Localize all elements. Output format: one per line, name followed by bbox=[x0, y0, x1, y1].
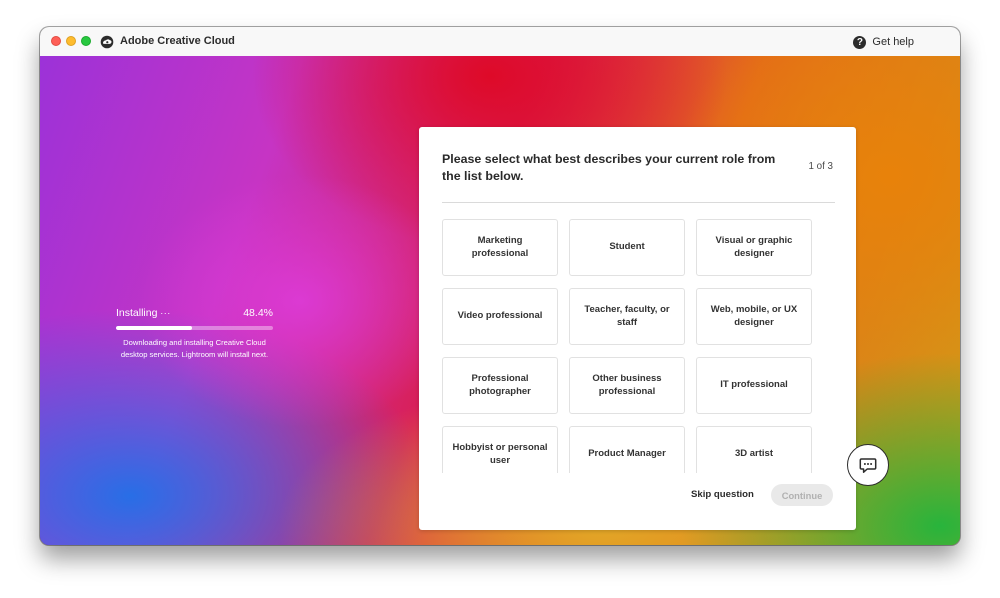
survey-question: Please select what best describes your c… bbox=[442, 152, 776, 183]
role-option-it-professional[interactable]: IT professional bbox=[696, 357, 812, 414]
loading-dots-icon: ... bbox=[160, 306, 171, 316]
install-status: Installing... bbox=[116, 306, 171, 319]
app-window: Adobe Creative Cloud ? Get help Installi… bbox=[40, 27, 960, 545]
install-description-line-1: Downloading and installing Creative Clou… bbox=[123, 338, 266, 347]
get-help-label: Get help bbox=[872, 36, 914, 48]
install-progress-panel: Installing... 48.4% Downloading and inst… bbox=[116, 306, 273, 360]
survey-divider bbox=[442, 202, 835, 203]
window-close-button[interactable] bbox=[51, 36, 61, 46]
window-maximize-button[interactable] bbox=[81, 36, 91, 46]
role-survey-card: Please select what best describes your c… bbox=[419, 127, 856, 530]
continue-button[interactable]: Continue bbox=[771, 484, 833, 506]
role-option-marketing-professional[interactable]: Marketing professional bbox=[442, 219, 558, 276]
install-description: Downloading and installing Creative Clou… bbox=[116, 337, 273, 360]
creative-cloud-logo-icon bbox=[100, 35, 114, 49]
role-option-hobbyist[interactable]: Hobbyist or personal user bbox=[442, 426, 558, 473]
app-title: Adobe Creative Cloud bbox=[120, 35, 235, 47]
role-options-grid: Marketing professional Student Visual or… bbox=[442, 219, 834, 473]
install-progress-bar bbox=[116, 326, 273, 330]
chat-button[interactable] bbox=[847, 444, 889, 486]
role-option-web-ux-designer[interactable]: Web, mobile, or UX designer bbox=[696, 288, 812, 345]
role-option-product-manager[interactable]: Product Manager bbox=[569, 426, 685, 473]
survey-step-counter: 1 of 3 bbox=[808, 161, 833, 172]
window-minimize-button[interactable] bbox=[66, 36, 76, 46]
install-description-line-2: desktop services. Lightroom will install… bbox=[120, 349, 269, 359]
role-option-visual-designer[interactable]: Visual or graphic designer bbox=[696, 219, 812, 276]
role-option-professional-photographer[interactable]: Professional photographer bbox=[442, 357, 558, 414]
install-progress-fill bbox=[116, 326, 192, 330]
skip-question-button[interactable]: Skip question bbox=[691, 489, 754, 500]
gradient-background: Installing... 48.4% Downloading and inst… bbox=[40, 56, 960, 545]
role-option-student[interactable]: Student bbox=[569, 219, 685, 276]
title-bar: Adobe Creative Cloud ? Get help bbox=[40, 27, 960, 57]
install-percent: 48.4% bbox=[243, 306, 273, 319]
role-option-other-business-professional[interactable]: Other business professional bbox=[569, 357, 685, 414]
chat-bubble-icon bbox=[859, 457, 877, 473]
role-option-teacher[interactable]: Teacher, faculty, or staff bbox=[569, 288, 685, 345]
help-circle-icon: ? bbox=[853, 35, 867, 49]
role-option-3d-artist[interactable]: 3D artist bbox=[696, 426, 812, 473]
get-help-button[interactable]: ? Get help bbox=[853, 34, 914, 50]
role-option-video-professional[interactable]: Video professional bbox=[442, 288, 558, 345]
install-status-label: Installing bbox=[116, 307, 158, 319]
install-status-row: Installing... 48.4% bbox=[116, 306, 273, 319]
